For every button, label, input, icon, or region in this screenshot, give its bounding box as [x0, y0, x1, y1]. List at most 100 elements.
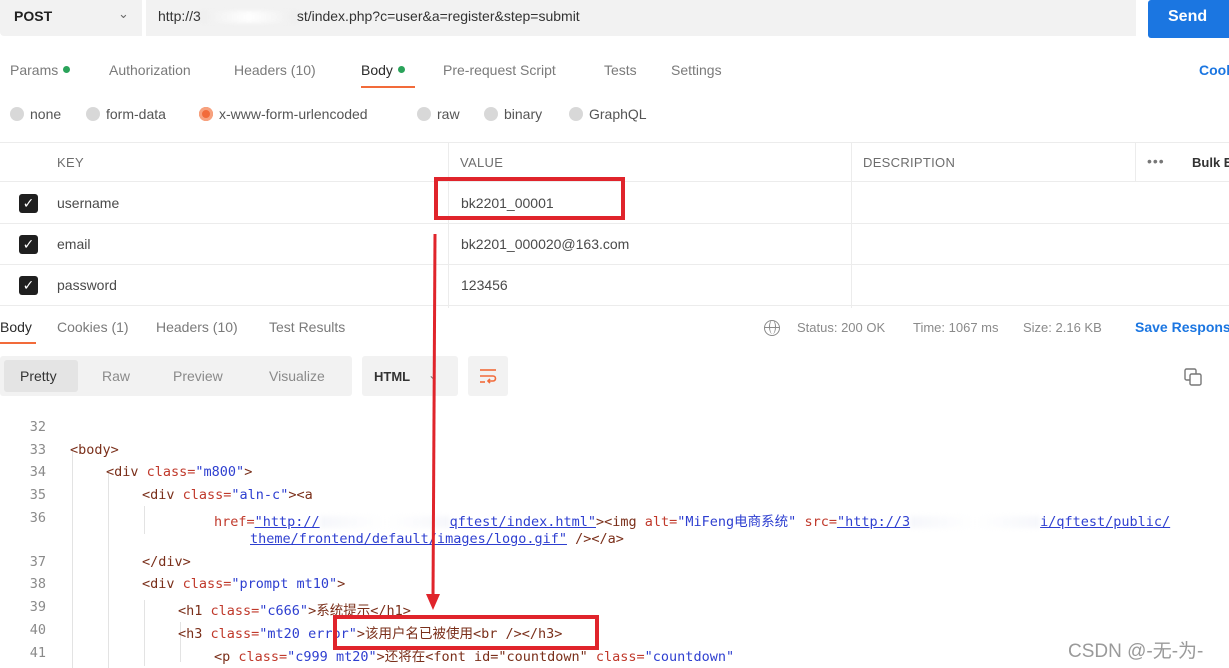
active-dot-icon [63, 66, 71, 73]
raw-button[interactable]: Raw [102, 368, 130, 384]
code-text: <body> [70, 442, 119, 458]
save-response-button[interactable]: Save Response [1135, 319, 1229, 335]
cookies-link[interactable]: Cookies [1199, 62, 1229, 78]
tab-body-label: Body [361, 62, 393, 78]
annotation-box-error [333, 615, 599, 650]
column-divider [1135, 142, 1136, 182]
code-line: 40 <h3 class="mt20 error">该用户名已被使用<br />… [0, 619, 1229, 642]
status-text[interactable]: Status: 200 OK [797, 320, 885, 335]
radio-label: x-www-form-urlencoded [219, 106, 368, 122]
response-tab-headers[interactable]: Headers (10) [156, 319, 238, 335]
url-input[interactable]: http://3 st/index.php?c=user&a=register&s… [146, 0, 1136, 36]
chevron-down-icon: ⌄ [118, 6, 129, 21]
response-tab-body[interactable]: Body [0, 319, 32, 335]
code-line: 41 <p class="c999 mt20">还将在<font id="cou… [0, 642, 1229, 665]
code-line: 36 href="http://qftest/index.html"><img … [0, 507, 1229, 530]
line-number: 37 [29, 554, 46, 570]
code-text: <div class="m800"> [106, 464, 253, 480]
code-text: </div> [142, 554, 191, 570]
code-line: 32 [0, 416, 1229, 438]
param-value[interactable]: bk2201_000020@163.com [461, 236, 629, 252]
code-line: 37 </div> [0, 551, 1229, 573]
column-description: DESCRIPTION [863, 155, 956, 170]
globe-icon[interactable] [764, 320, 780, 336]
radio-circle-icon [86, 107, 100, 121]
language-select[interactable]: HTML ⌄ [362, 356, 458, 396]
tab-authorization[interactable]: Authorization [109, 62, 191, 78]
table-header: KEY VALUE DESCRIPTION ••• Bulk Edit [0, 142, 1229, 182]
radio-none[interactable]: none [10, 106, 61, 122]
radio-label: none [30, 106, 62, 122]
redacted-host [910, 516, 1041, 528]
radio-circle-icon [569, 107, 583, 121]
param-value[interactable]: 123456 [461, 277, 508, 293]
table-row: ✓ email bk2201_000020@163.com [0, 224, 1229, 265]
row-checkbox[interactable]: ✓ [19, 276, 38, 295]
radio-selected-icon [199, 107, 213, 121]
response-code-view[interactable]: 32 33 <body> 34 <div class="m800"> 35 <d… [0, 410, 1229, 668]
radio-circle-icon [484, 107, 498, 121]
code-line: 39 <h1 class="c666">系统提示</h1> [0, 596, 1229, 619]
radio-urlencoded[interactable]: x-www-form-urlencoded [199, 106, 368, 122]
time-text[interactable]: Time: 1067 ms [913, 320, 999, 335]
radio-label: form-data [106, 106, 166, 122]
redacted-host [200, 11, 297, 24]
radio-raw[interactable]: raw [417, 106, 460, 122]
code-text: <div class="prompt mt10"> [142, 576, 346, 592]
row-checkbox[interactable]: ✓ [19, 194, 38, 213]
request-tabs: Params Authorization Headers (10) Body P… [0, 58, 1229, 88]
params-table: KEY VALUE DESCRIPTION ••• Bulk Edit ✓ us… [0, 142, 1229, 308]
url-prefix: http://3 [158, 8, 201, 24]
tab-pre-request-script[interactable]: Pre-request Script [443, 62, 556, 78]
format-bar: Pretty Raw Preview Visualize HTML ⌄ [0, 356, 1229, 398]
request-bar: POST ⌄ http://3 st/index.php?c=user&a=reg… [0, 0, 1229, 42]
radio-binary[interactable]: binary [484, 106, 542, 122]
radio-circle-icon [10, 107, 24, 121]
code-line: 38 <div class="prompt mt10"> [0, 573, 1229, 595]
radio-form-data[interactable]: form-data [86, 106, 166, 122]
tab-tests[interactable]: Tests [604, 62, 637, 78]
more-options-icon[interactable]: ••• [1147, 153, 1165, 169]
watermark: CSDN @-无-为- [1068, 641, 1204, 662]
radio-label: binary [504, 106, 543, 122]
wrap-lines-icon [480, 369, 497, 384]
response-tab-test-results[interactable]: Test Results [269, 319, 345, 335]
code-text: theme/frontend/default/images/logo.gif" … [250, 531, 624, 547]
param-key[interactable]: username [57, 195, 119, 211]
line-number: 41 [29, 645, 46, 661]
param-key[interactable]: password [57, 277, 117, 293]
tab-settings[interactable]: Settings [671, 62, 722, 78]
column-key: KEY [57, 155, 84, 170]
send-button[interactable]: Send [1148, 0, 1229, 38]
code-line: 34 <div class="m800"> [0, 461, 1229, 483]
code-line: 33 <body> [0, 439, 1229, 461]
param-key[interactable]: email [57, 236, 90, 252]
response-tabs: Body Cookies (1) Headers (10) Test Resul… [0, 314, 1229, 344]
tab-body[interactable]: Body [361, 62, 405, 78]
code-text: <div class="aln-c"><a [142, 487, 313, 503]
method-select[interactable]: POST ⌄ [0, 0, 142, 36]
line-number: 32 [29, 419, 46, 435]
visualize-button[interactable]: Visualize [269, 368, 325, 384]
size-text[interactable]: Size: 2.16 KB [1023, 320, 1102, 335]
line-number: 34 [29, 464, 46, 480]
tab-active-indicator [361, 86, 415, 88]
tab-headers[interactable]: Headers (10) [234, 62, 316, 78]
bulk-edit-link[interactable]: Bulk Edit [1192, 155, 1229, 170]
column-value: VALUE [460, 155, 504, 170]
code-text: href="http://qftest/index.html"><img alt… [214, 514, 1171, 530]
radio-graphql[interactable]: GraphQL [569, 106, 647, 122]
preview-button[interactable]: Preview [173, 368, 223, 384]
view-mode-group: Pretty Raw Preview Visualize [0, 356, 352, 396]
radio-label: GraphQL [589, 106, 647, 122]
tab-params[interactable]: Params [10, 62, 71, 78]
copy-icon[interactable] [1184, 368, 1202, 386]
response-tab-cookies[interactable]: Cookies (1) [57, 319, 129, 335]
line-number: 33 [29, 442, 46, 458]
method-label: POST [14, 8, 53, 24]
redacted-host [319, 516, 450, 528]
row-checkbox[interactable]: ✓ [19, 235, 38, 254]
pretty-button[interactable]: Pretty [20, 368, 57, 384]
url-text: http://3 st/index.php?c=user&a=register&s… [158, 8, 580, 24]
wrap-lines-button[interactable] [468, 356, 508, 396]
